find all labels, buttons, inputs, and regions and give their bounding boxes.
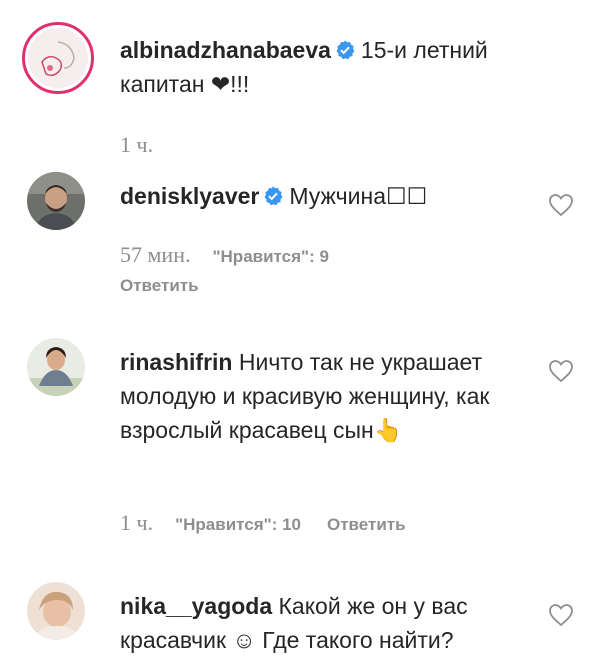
avatar-image xyxy=(27,582,85,640)
reply-button[interactable]: Ответить xyxy=(327,515,406,534)
avatar[interactable] xyxy=(27,172,85,230)
avatar-image xyxy=(27,338,85,396)
comment-username[interactable]: nika__yagoda xyxy=(120,593,272,619)
like-heart-icon[interactable] xyxy=(548,193,574,217)
comment-meta: 57 мин. "Нравится": 9 xyxy=(120,242,355,268)
comment-likes[interactable]: "Нравится": 9 xyxy=(212,247,328,266)
comment-username[interactable]: rinashifrin xyxy=(120,349,232,375)
avatar[interactable] xyxy=(27,338,85,396)
comment-meta: 1 ч. "Нравится": 10 Ответить xyxy=(120,510,406,536)
reply-button[interactable]: Ответить xyxy=(120,276,199,296)
caption-meta: 1 ч. xyxy=(120,132,175,158)
verified-badge-icon xyxy=(335,40,355,60)
comment-text: Мужчина☐☐ xyxy=(289,183,428,209)
comment-time[interactable]: 1 ч. xyxy=(120,510,153,535)
comment-time[interactable]: 57 мин. xyxy=(120,242,190,267)
comment-text-block: rinashifrin Ничто так не украшает молоду… xyxy=(120,345,530,447)
comment-text-block: denisklyaver Мужчина☐☐ xyxy=(120,179,530,213)
caption-text-block: albinadzhanabaeva 15-и летний капитан ❤!!… xyxy=(120,33,530,101)
avatar[interactable] xyxy=(27,582,85,640)
avatar[interactable] xyxy=(22,22,94,94)
avatar-image xyxy=(28,28,88,88)
like-heart-icon[interactable] xyxy=(548,603,574,627)
like-heart-icon[interactable] xyxy=(548,359,574,383)
avatar-image xyxy=(27,172,85,230)
comment-likes[interactable]: "Нравится": 10 xyxy=(175,515,301,534)
comment-username[interactable]: denisklyaver xyxy=(120,183,259,209)
verified-badge-icon xyxy=(263,186,283,206)
caption-time[interactable]: 1 ч. xyxy=(120,132,153,157)
comment-text-block: nika__yagoda Какой же он у вас красавчик… xyxy=(120,589,530,657)
caption-username[interactable]: albinadzhanabaeva xyxy=(120,37,331,63)
